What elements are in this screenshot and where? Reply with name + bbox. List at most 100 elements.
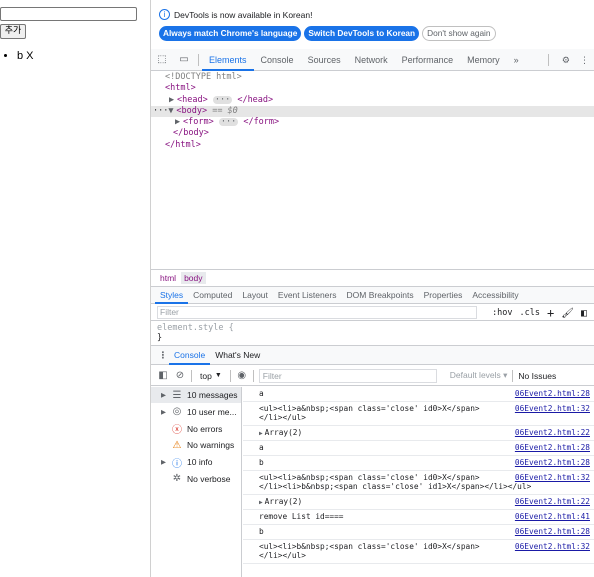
source-link[interactable]: 06Event2.html:22 <box>515 428 590 438</box>
info-icon: ⓘ <box>172 458 182 470</box>
dom-node-body[interactable]: ···▼ <body> == $0 <box>151 105 594 118</box>
sidebar-item-verbose[interactable]: ✲ No verbose <box>151 471 241 487</box>
node-menu-icon[interactable]: ··· <box>153 106 168 116</box>
add-button[interactable]: 추가 <box>0 24 26 39</box>
hov-toggle[interactable]: :hov <box>492 308 512 318</box>
context-selector[interactable]: top ▼ <box>197 371 225 381</box>
source-link[interactable]: 06Event2.html:32 <box>515 404 590 414</box>
source-link[interactable]: 06Event2.html:22 <box>515 497 590 507</box>
sidebar-item-info[interactable]: ▶ ⓘ 10 info <box>151 454 241 470</box>
sidebar-toggle-icon[interactable]: ◧ <box>581 308 587 319</box>
collapsed-content-icon[interactable]: ··· <box>218 118 239 126</box>
expand-arrow-icon[interactable]: ▶ <box>169 95 177 106</box>
dom-node-body-close[interactable]: </body> <box>151 128 594 139</box>
clear-console-icon[interactable]: ⊘ <box>174 370 186 381</box>
tab-dom-breakpoints[interactable]: DOM Breakpoints <box>342 287 419 304</box>
console-toolbar: ◧ ⊘ top ▼ ◉ Filter Default levels ▾ No Is… <box>151 366 594 386</box>
settings-gear-icon[interactable]: ⚙ <box>562 55 570 66</box>
source-link[interactable]: 06Event2.html:41 <box>515 512 590 522</box>
sidebar-item-warnings[interactable]: ⚠ No warnings <box>151 437 241 453</box>
sidebar-item-user-messages[interactable]: ▶ ◎ 10 user me... <box>151 404 241 420</box>
dom-node-html[interactable]: <html> <box>151 83 594 94</box>
tab-console-drawer[interactable]: Console <box>169 346 211 365</box>
collapsed-content-icon[interactable]: ··· <box>212 95 233 104</box>
source-link[interactable]: 06Event2.html:28 <box>515 443 590 453</box>
dom-node-html-close[interactable]: </html> <box>151 140 594 151</box>
tab-sources[interactable]: Sources <box>301 49 348 71</box>
source-link[interactable]: 06Event2.html:28 <box>515 389 590 399</box>
sidebar-item-label: No errors <box>187 423 223 434</box>
source-link[interactable]: 06Event2.html:28 <box>515 458 590 468</box>
switch-korean-button[interactable]: Switch DevTools to Korean <box>304 26 420 41</box>
devtools-panel: i DevTools is now available in Korean! A… <box>150 0 594 577</box>
expand-arrow-icon[interactable]: ▶ <box>175 117 183 128</box>
tab-event-listeners[interactable]: Event Listeners <box>273 287 342 304</box>
eye-icon[interactable]: ◉ <box>236 370 248 381</box>
console-filter-input[interactable]: Filter <box>258 368 437 383</box>
sidebar-toggle-icon[interactable]: ◧ <box>157 370 169 381</box>
devtools-toolbar: ⬚ ▭ Elements Console Sources Network Per… <box>151 49 594 71</box>
dom-node-doctype[interactable]: <!DOCTYPE html> <box>151 72 594 83</box>
source-link[interactable]: 06Event2.html:32 <box>515 473 590 483</box>
expand-arrow-icon[interactable]: ▶ <box>259 499 263 506</box>
paint-bucket-icon[interactable]: 🖌 <box>561 308 574 319</box>
item-input[interactable] <box>0 7 137 21</box>
dom-node-head[interactable]: ▶ <head> ··· </head> <box>151 95 594 106</box>
inspect-element-icon[interactable]: ⬚ <box>151 54 173 65</box>
match-language-button[interactable]: Always match Chrome's language <box>159 26 302 41</box>
breadcrumb-body[interactable]: body <box>181 271 206 284</box>
toolbar-divider <box>512 369 514 382</box>
console-message: b 06Event2.html:28 <box>243 456 594 471</box>
more-tabs-icon[interactable]: » <box>507 49 526 71</box>
tab-memory[interactable]: Memory <box>460 49 507 71</box>
more-options-icon[interactable]: ⋮ <box>580 55 589 66</box>
tab-computed[interactable]: Computed <box>188 287 237 304</box>
issues-counter[interactable]: No Issues <box>518 371 556 381</box>
tab-layout[interactable]: Layout <box>237 287 273 304</box>
message-text: remove List id==== <box>259 512 344 522</box>
selection-marker: == $0 <box>212 105 238 116</box>
sidebar-item-messages[interactable]: ▶ ☰ 10 messages <box>151 387 241 403</box>
console-message: b 06Event2.html:28 <box>243 525 594 540</box>
caret-icon: ▶ <box>161 392 166 399</box>
tab-console[interactable]: Console <box>254 49 301 71</box>
add-style-rule-icon[interactable]: + <box>547 306 554 320</box>
device-toolbar-icon[interactable]: ▭ <box>173 54 195 65</box>
form-close-tag: </form> <box>243 117 280 128</box>
head-close-tag: </head> <box>237 94 274 105</box>
console-message: a 06Event2.html:28 <box>243 387 594 402</box>
sidebar-item-errors[interactable]: ⓧ No errors <box>151 421 241 437</box>
message-text: Array(2) <box>264 427 303 437</box>
source-link[interactable]: 06Event2.html:32 <box>515 542 590 552</box>
list-icon: ☰ <box>172 389 182 401</box>
source-link[interactable]: 06Event2.html:28 <box>515 527 590 537</box>
styles-filter-bar: Filter :hov .cls + 🖌 ◧ <box>151 305 594 321</box>
tab-performance[interactable]: Performance <box>395 49 461 71</box>
tab-network[interactable]: Network <box>348 49 395 71</box>
message-text: <ul><li>b&nbsp;<span class='close' id0>X… <box>259 541 480 561</box>
expand-arrow-icon[interactable]: ▶ <box>259 430 263 437</box>
element-style-selector[interactable]: element.style { <box>157 323 234 333</box>
toolbar-divider <box>191 369 192 382</box>
tab-accessibility[interactable]: Accessibility <box>467 287 523 304</box>
drawer-menu-icon[interactable]: ⋮ <box>157 350 169 361</box>
tab-properties[interactable]: Properties <box>419 287 468 304</box>
styles-filter-input[interactable]: Filter <box>157 306 477 319</box>
cls-toggle[interactable]: .cls <box>520 308 540 318</box>
console-message[interactable]: ▶ Array(2) 06Event2.html:22 <box>243 426 594 442</box>
tab-elements[interactable]: Elements <box>202 49 254 71</box>
context-label: top <box>200 370 212 381</box>
breadcrumb-html[interactable]: html <box>157 272 179 284</box>
notice-text: DevTools is now available in Korean! <box>174 9 313 20</box>
dom-node-form[interactable]: ▶ <form> ··· </form> <box>151 117 594 128</box>
styles-subtabs: Styles Computed Layout Event Listeners D… <box>151 286 594 304</box>
dom-tree: <!DOCTYPE html> <html> ▶ <head> ··· </hea… <box>151 71 594 269</box>
tab-styles[interactable]: Styles <box>155 287 189 304</box>
tab-whats-new[interactable]: What's New <box>210 346 265 365</box>
log-levels-dropdown[interactable]: Default levels ▾ <box>450 370 508 381</box>
warning-icon: ⚠ <box>172 439 182 451</box>
console-message[interactable]: ▶ Array(2) 06Event2.html:22 <box>243 495 594 511</box>
close-button[interactable]: X <box>26 50 33 62</box>
html-close-tag: </html> <box>165 139 201 150</box>
dont-show-again-button[interactable]: Don't show again <box>422 26 496 41</box>
